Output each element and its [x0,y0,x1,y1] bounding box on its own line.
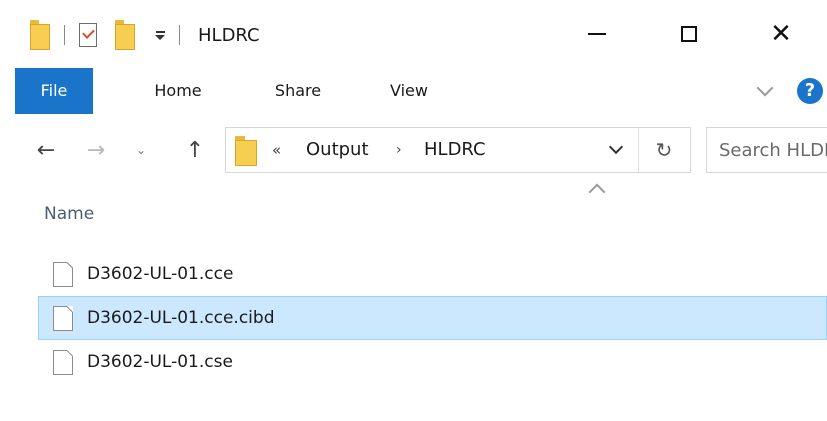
sort-caret-icon [588,183,606,201]
file-row[interactable]: D3602-UL-01.cce [38,252,827,296]
help-icon[interactable]: ? [797,78,823,104]
window-title: HLDRC [198,24,260,46]
title-bar: HLDRC ✕ [0,0,827,68]
search-box[interactable] [706,127,827,173]
file-icon [53,350,73,375]
minimize-button[interactable] [551,14,643,54]
file-list-pane: Name D3602-UL-01.cce D3602-UL-01.cce.cib… [0,183,827,421]
customize-toolbar-dropdown-icon[interactable] [155,30,165,40]
file-name: D3602-UL-01.cce [87,264,234,284]
file-explorer-window: HLDRC ✕ File Home Share View ? ← → ⌄ ↑ «… [0,0,827,421]
back-arrow-icon[interactable]: ← [30,130,62,170]
breadcrumb-separator-icon[interactable]: › [396,128,402,172]
file-row-selected[interactable]: D3602-UL-01.cce.cibd [38,296,827,340]
search-input[interactable] [707,128,827,172]
breadcrumb-output[interactable]: Output [306,128,369,172]
expand-ribbon-chevron-icon[interactable] [756,79,774,97]
quick-access-toolbar: HLDRC [30,18,260,52]
new-folder-icon[interactable] [115,20,135,50]
address-bar[interactable]: « Output › HLDRC ↻ [225,127,691,173]
ribbon-tabs: File Home Share View ? [0,68,827,115]
address-dropdown-chevron-icon[interactable] [608,139,624,155]
tab-home[interactable]: Home [138,68,218,114]
file-row[interactable]: D3602-UL-01.cse [38,340,827,384]
column-header-name[interactable]: Name [44,204,94,224]
minimize-icon [588,33,606,35]
file-icon [53,306,73,331]
tab-share[interactable]: Share [258,68,338,114]
navigation-bar: ← → ⌄ ↑ « Output › HLDRC ↻ [0,114,827,186]
file-name: D3602-UL-01.cce.cibd [87,308,275,328]
maximize-icon [681,26,697,42]
toolbar-separator [179,25,180,45]
recent-locations-chevron-icon[interactable]: ⌄ [132,130,150,170]
window-controls: ✕ [551,14,827,54]
tab-view[interactable]: View [374,68,444,114]
breadcrumb-overflow-icon[interactable]: « [272,128,281,172]
breadcrumb-hldrc[interactable]: HLDRC [424,128,486,172]
maximize-button[interactable] [643,14,735,54]
file-list: D3602-UL-01.cce D3602-UL-01.cce.cibd D36… [38,252,827,384]
toolbar-separator [64,25,65,45]
file-icon [53,262,73,287]
refresh-icon[interactable]: ↻ [638,128,689,172]
forward-arrow-icon[interactable]: → [80,130,112,170]
up-arrow-icon[interactable]: ↑ [180,130,210,170]
close-button[interactable]: ✕ [735,14,827,54]
file-name: D3602-UL-01.cse [87,352,233,372]
tab-file[interactable]: File [15,68,93,114]
close-icon: ✕ [770,19,792,49]
folder-icon [30,20,50,50]
properties-icon[interactable] [79,23,97,47]
folder-icon [235,136,257,166]
